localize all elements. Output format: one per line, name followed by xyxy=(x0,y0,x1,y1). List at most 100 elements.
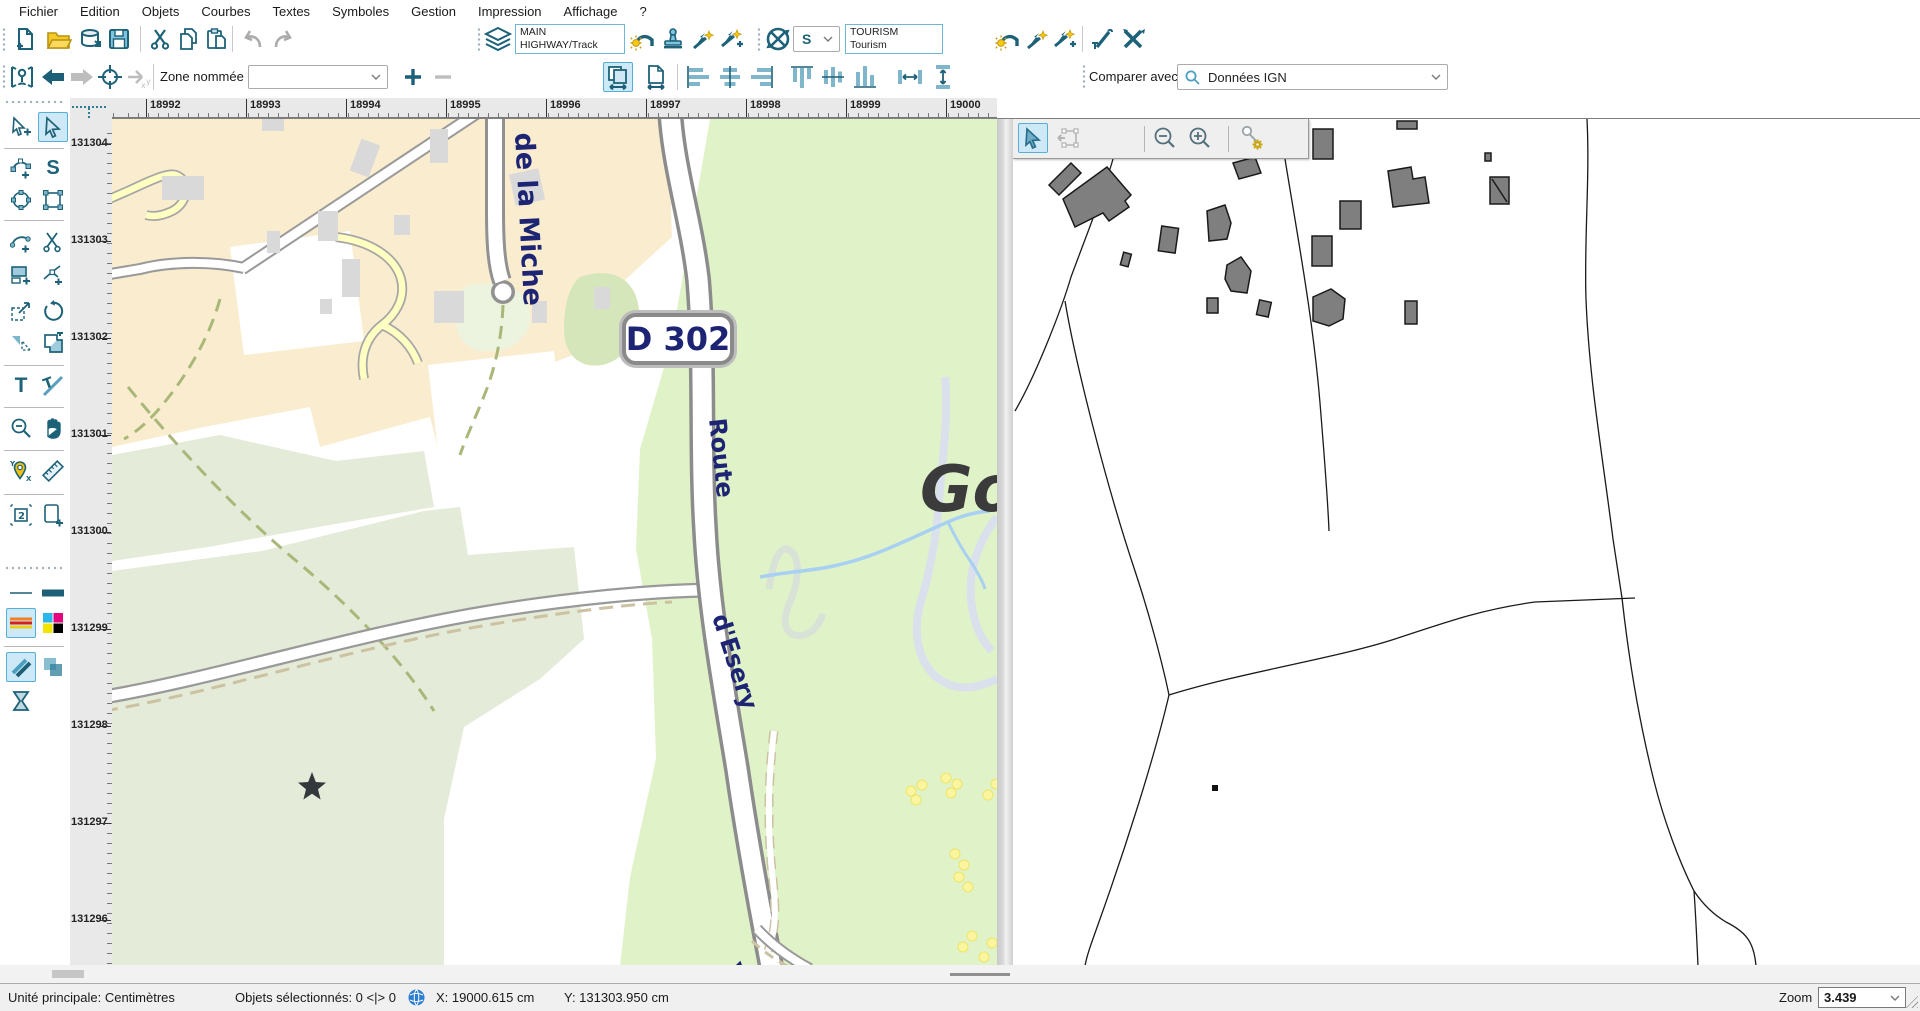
cut-object-tool[interactable] xyxy=(38,227,68,257)
menu-objets[interactable]: Objets xyxy=(131,2,191,21)
select-new-tourism-button[interactable] xyxy=(1022,24,1052,54)
toolbar-grip[interactable] xyxy=(757,27,761,53)
redo-button[interactable] xyxy=(268,24,298,54)
zone-add-button[interactable] xyxy=(398,62,428,92)
select-add-tourism-button[interactable] xyxy=(1050,24,1080,54)
center-view-button[interactable] xyxy=(95,62,125,92)
edit-style-button[interactable] xyxy=(1087,24,1117,54)
paste-button[interactable] xyxy=(202,24,232,54)
window-resize-grip[interactable] xyxy=(1904,994,1918,1008)
zone-select[interactable] xyxy=(248,65,388,89)
active-layer-main-box[interactable]: MAIN HIGHWAY/Track xyxy=(515,24,625,54)
import-database-button[interactable] xyxy=(76,24,106,54)
scrollbar-stub[interactable] xyxy=(52,970,84,978)
zone-remove-button[interactable] xyxy=(428,62,458,92)
undo-button[interactable] xyxy=(238,24,268,54)
road-symbol-style[interactable] xyxy=(6,608,36,638)
edit-nodes-tool[interactable] xyxy=(6,227,36,257)
select-new-object-button[interactable] xyxy=(688,24,718,54)
compare-select-tool[interactable] xyxy=(1018,123,1048,153)
line-style-thin[interactable] xyxy=(6,578,36,608)
symbol-sync-off-button[interactable] xyxy=(763,24,793,54)
nav-back-button[interactable] xyxy=(38,62,68,92)
map-canvas[interactable]: de la Miche D 302 Route d'Esery y Go xyxy=(112,118,997,965)
comparison-canvas[interactable] xyxy=(1013,118,1920,965)
mirror-object-tool[interactable] xyxy=(6,328,36,358)
sidebar-grip[interactable] xyxy=(4,100,64,104)
align-middle-button[interactable] xyxy=(818,62,848,92)
select-tool[interactable] xyxy=(38,112,68,142)
menu-help[interactable]: ? xyxy=(629,2,658,21)
draw-ellipse-tool[interactable] xyxy=(6,185,36,215)
symbol-type-select[interactable]: S xyxy=(793,26,840,52)
sidebar-grip[interactable] xyxy=(4,566,64,570)
fill-area-tool[interactable] xyxy=(6,259,36,289)
toolbar-grip[interactable] xyxy=(1082,64,1086,90)
draw-bezier-tool[interactable] xyxy=(6,153,36,183)
measure-tool[interactable] xyxy=(38,456,68,486)
line-style-thick[interactable] xyxy=(38,578,68,608)
save-button[interactable] xyxy=(104,24,134,54)
panel-splitter[interactable] xyxy=(997,118,1013,965)
create-curve-tourism-button[interactable] xyxy=(993,24,1023,54)
draw-symbol-tool[interactable]: S xyxy=(38,153,68,183)
layers-button[interactable] xyxy=(483,24,513,54)
fit-page-button[interactable] xyxy=(641,62,671,92)
pan-tool[interactable] xyxy=(38,413,68,443)
nav-forward-button[interactable] xyxy=(67,62,97,92)
add-node-tool[interactable] xyxy=(38,259,68,289)
new-document-button[interactable] xyxy=(10,24,40,54)
menu-symboles[interactable]: Symboles xyxy=(321,2,400,21)
object-numbering-tool[interactable]: 2 xyxy=(6,500,36,530)
compare-zoom-out-button[interactable] xyxy=(1150,123,1180,153)
cmyk-colors[interactable] xyxy=(38,608,68,638)
distribute-vertical-button[interactable] xyxy=(928,62,958,92)
select-add-tool[interactable] xyxy=(6,112,36,142)
cut-button[interactable] xyxy=(146,24,176,54)
open-file-button[interactable] xyxy=(44,24,74,54)
compare-select[interactable]: Données IGN xyxy=(1177,64,1448,90)
compare-zoom-in-button[interactable] xyxy=(1185,123,1215,153)
toolbar-grip[interactable] xyxy=(477,27,481,53)
rotate-object-tool[interactable] xyxy=(38,296,68,326)
zoom-select[interactable]: 3.439 xyxy=(1818,987,1906,1008)
select-add-object-button[interactable] xyxy=(717,24,747,54)
menu-gestion[interactable]: Gestion xyxy=(400,2,467,21)
tools-settings-button[interactable] xyxy=(1119,24,1149,54)
transparency-style[interactable] xyxy=(38,652,68,682)
menu-courbes[interactable]: Courbes xyxy=(190,2,261,21)
align-bottom-button[interactable] xyxy=(850,62,880,92)
align-right-button[interactable] xyxy=(747,62,777,92)
menu-affichage[interactable]: Affichage xyxy=(553,2,629,21)
goto-coordinates-button[interactable]: xy xyxy=(123,62,153,92)
zoom-out-tool[interactable] xyxy=(6,413,36,443)
fit-objects-button[interactable] xyxy=(603,62,633,92)
draw-rectangle-tool[interactable] xyxy=(38,185,68,215)
copy-button[interactable] xyxy=(174,24,204,54)
text-tool[interactable]: T xyxy=(6,371,36,401)
horizontal-scrollbar-thumb[interactable] xyxy=(950,973,1010,976)
compare-import-shape-tool[interactable] xyxy=(1052,123,1082,153)
text-along-line-tool[interactable]: T xyxy=(38,371,68,401)
compare-search-settings-button[interactable] xyxy=(1237,123,1267,153)
toolbar-grip[interactable] xyxy=(2,27,6,53)
menu-impression[interactable]: Impression xyxy=(467,2,553,21)
toolbar-grip[interactable] xyxy=(2,64,6,90)
hatching-style[interactable] xyxy=(6,652,36,682)
menu-edition[interactable]: Edition xyxy=(69,2,131,21)
active-layer-tourism-box[interactable]: TOURISM Tourism xyxy=(845,24,943,54)
coordinates-pin-tool[interactable]: YX xyxy=(6,456,36,486)
menu-textes[interactable]: Textes xyxy=(261,2,321,21)
align-left-button[interactable] xyxy=(683,62,713,92)
scale-object-tool[interactable] xyxy=(6,296,36,326)
stamp-object-button[interactable] xyxy=(658,24,688,54)
map-overview-button[interactable] xyxy=(7,62,37,92)
hourglass-wait-tool[interactable] xyxy=(6,686,36,716)
distribute-horizontal-button[interactable] xyxy=(895,62,925,92)
create-curve-button[interactable] xyxy=(628,24,658,54)
align-center-button[interactable] xyxy=(715,62,745,92)
duplicate-object-tool[interactable] xyxy=(38,328,68,358)
align-top-button[interactable] xyxy=(787,62,817,92)
new-frame-tool[interactable] xyxy=(38,500,68,530)
menu-fichier[interactable]: Fichier xyxy=(8,2,69,21)
